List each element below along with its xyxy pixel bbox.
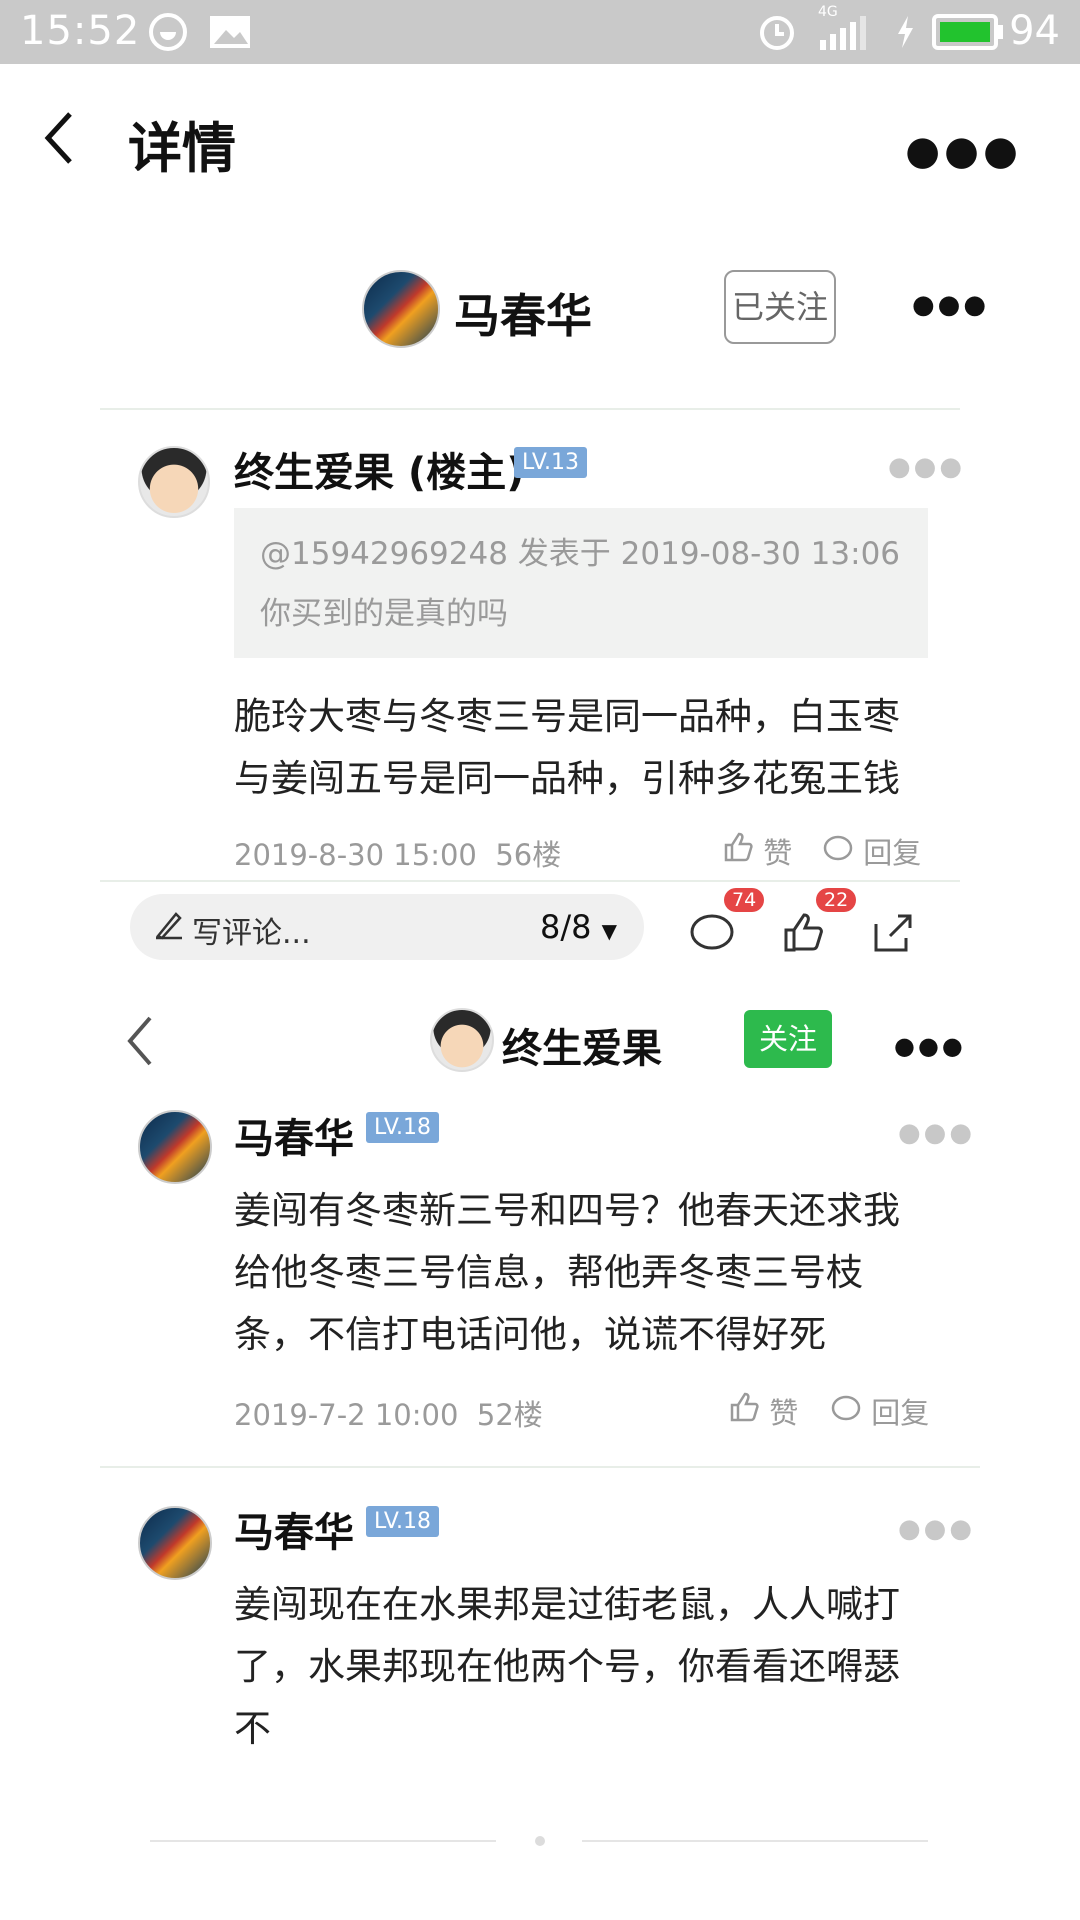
share-button[interactable] <box>870 910 918 958</box>
reply-more-icon[interactable]: ●●● <box>888 452 965 482</box>
quoted-comment[interactable]: @15942969248 发表于 2019-08-30 13:06 你买到的是真… <box>234 508 928 658</box>
reply-button[interactable]: 回复 <box>822 830 921 872</box>
more-icon: ●●● <box>912 290 990 320</box>
page-indicator[interactable]: 8/8 ▼ <box>540 908 617 946</box>
followed-button[interactable]: 已关注 <box>724 270 836 344</box>
status-bar: 15:52 4G 94 <box>0 0 1080 64</box>
divider <box>100 1466 980 1468</box>
chevron-left-icon <box>127 1016 152 1066</box>
comment-input[interactable]: 写评论... 8/8 ▼ <box>130 894 644 960</box>
text-line: 给他冬枣三号信息，帮他弄冬枣三号枝 <box>234 1251 863 1294</box>
author-avatar[interactable] <box>430 1008 494 1072</box>
comment-count-badge: 74 <box>724 888 765 912</box>
floor-number: 56楼 <box>495 838 562 872</box>
author-name[interactable]: 马春华 <box>454 280 592 346</box>
level-badge: LV.18 <box>366 1112 440 1143</box>
quote-header: @15942969248 发表于 2019-08-30 13:06 <box>260 536 901 572</box>
thumbs-up-icon <box>724 832 753 862</box>
more-options-button[interactable]: ●●● <box>894 1032 966 1060</box>
screenshot-2: 终生爱果 关注 ●●● 马春华 LV.18 ●●● 姜闯有冬枣新三号和四号？他春… <box>100 980 980 1750</box>
reply-text: 姜闯有冬枣新三号和四号？他春天还求我 给他冬枣三号信息，帮他弄冬枣三号枝 条，不… <box>234 1180 954 1366</box>
divider <box>100 408 960 410</box>
text-line: 了，水果邦现在他两个号，你看看还嘚瑟 <box>234 1645 900 1688</box>
text-line: 与姜闯五号是同一品种，引种多花冤王钱 <box>234 757 900 800</box>
reply-more-icon[interactable]: ●●● <box>898 1118 975 1148</box>
text-line: 脆玲大枣与冬枣三号是同一品种，白玉枣 <box>234 695 900 738</box>
text-line: 姜闯有冬枣新三号和四号？他春天还求我 <box>234 1189 900 1232</box>
thumbs-up-icon <box>730 1392 759 1422</box>
status-time: 15:52 <box>20 8 141 54</box>
like-count-badge: 22 <box>816 888 857 912</box>
alarm-icon <box>756 10 798 56</box>
battery-level: 94 <box>1009 8 1060 54</box>
share-icon <box>874 914 912 952</box>
like-post-button[interactable]: 22 <box>780 888 857 958</box>
floor-number: 52楼 <box>476 1398 543 1432</box>
notification-icon <box>148 12 188 56</box>
reply-more-icon[interactable]: ●●● <box>898 1514 975 1544</box>
comment-icon <box>823 835 853 861</box>
reply-text: 脆玲大枣与冬枣三号是同一品种，白玉枣 与姜闯五号是同一品种，引种多花冤王钱 <box>234 686 934 810</box>
comment-icon <box>831 1395 861 1421</box>
chevron-left-icon <box>44 112 72 164</box>
reply-text: 姜闯现在在水果邦是过街老鼠，人人喊打 了，水果邦现在他两个号，你看看还嘚瑟 不 <box>234 1574 954 1760</box>
image-icon <box>208 14 252 54</box>
page-divider-right <box>582 1840 928 1842</box>
charging-icon <box>894 14 916 54</box>
page-dot <box>535 1836 545 1846</box>
network-type-label: 4G <box>818 4 838 20</box>
reply-avatar[interactable] <box>138 1110 212 1184</box>
pencil-icon <box>154 910 184 944</box>
reply-timestamp: 2019-8-30 15:00 56楼 <box>234 838 562 872</box>
author-avatar[interactable] <box>362 270 440 348</box>
reply-author-name[interactable]: 马春华 <box>234 1106 354 1164</box>
like-button[interactable]: 赞 <box>728 1390 798 1432</box>
comments-button[interactable]: 74 <box>688 888 765 958</box>
text-line: 不 <box>234 1707 271 1750</box>
thumbs-up-icon <box>784 913 823 952</box>
more-options-button[interactable]: ●●● <box>912 290 989 320</box>
back-button[interactable] <box>40 108 100 178</box>
reply-avatar[interactable] <box>138 1506 212 1580</box>
divider <box>100 880 960 882</box>
level-badge: LV.13 <box>514 447 588 478</box>
reply-author-name[interactable]: 马春华 <box>234 1500 354 1558</box>
reply-author-name[interactable]: 终生爱果 (楼主) <box>234 440 525 498</box>
text-line: 姜闯现在在水果邦是过街老鼠，人人喊打 <box>234 1583 900 1626</box>
more-icon: ●●● <box>905 128 1022 174</box>
more-icon: ●●● <box>894 1032 966 1060</box>
more-options-button[interactable]: ●●● <box>905 128 1022 174</box>
page-title: 详情 <box>128 117 236 180</box>
screenshot-1: 马春华 已关注 ●●● 终生爱果 (楼主) LV.13 ●●● @1594296… <box>100 250 986 960</box>
dropdown-triangle-icon: ▼ <box>601 919 618 943</box>
back-button[interactable] <box>124 1014 154 1072</box>
comment-input-placeholder: 写评论... <box>192 916 311 951</box>
follow-button[interactable]: 关注 <box>744 1010 832 1068</box>
text-line: 条，不信打电话问他，说谎不得好死 <box>234 1313 826 1356</box>
comment-icon <box>690 914 734 950</box>
like-button[interactable]: 赞 <box>722 830 792 872</box>
reply-avatar[interactable] <box>138 446 210 518</box>
quote-text: 你买到的是真的吗 <box>260 596 508 632</box>
level-badge: LV.18 <box>366 1506 440 1537</box>
battery-icon <box>932 14 1004 54</box>
reply-timestamp: 2019-7-2 10:00 52楼 <box>234 1398 543 1432</box>
page-divider-left <box>150 1840 496 1842</box>
reply-button[interactable]: 回复 <box>830 1390 929 1432</box>
author-name[interactable]: 终生爱果 <box>502 1016 662 1074</box>
